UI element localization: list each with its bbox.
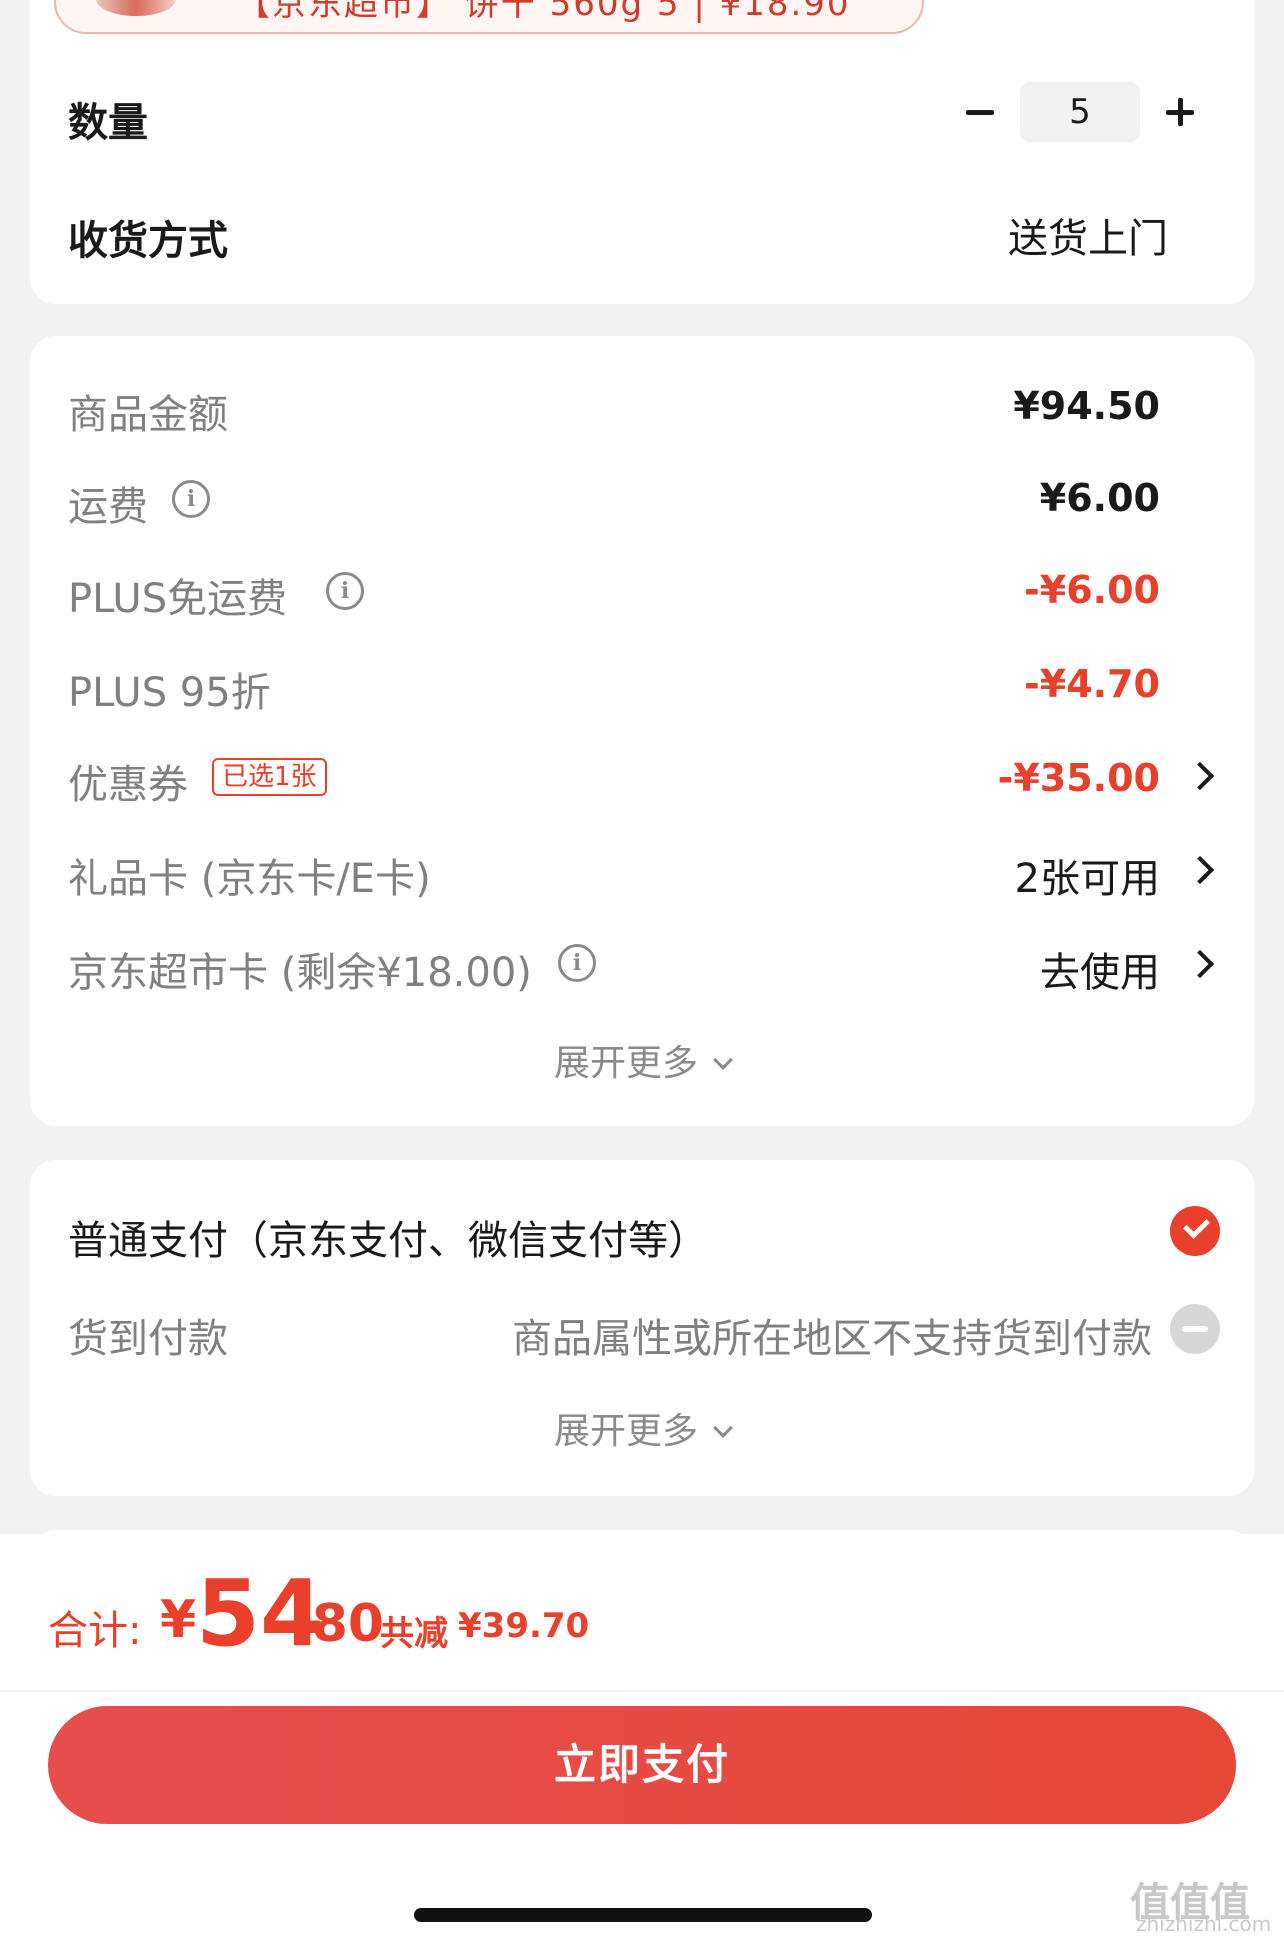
product-summary-pill[interactable]: 【京东超市】 饼干 560g 5 | ¥18.90 bbox=[54, 0, 924, 34]
quantity-increase-button[interactable] bbox=[1160, 92, 1200, 132]
coupon-selected-badge: 已选1张 bbox=[212, 758, 327, 796]
total-decimal: .80 bbox=[292, 1594, 385, 1654]
gift-card-value[interactable]: 2张可用 bbox=[1015, 846, 1160, 904]
normal-payment-option[interactable]: 普通支付（京东支付、微信支付等） bbox=[68, 1208, 708, 1266]
product-summary-text: 【京东超市】 饼干 560g 5 | ¥18.90 bbox=[236, 0, 851, 24]
disabled-icon bbox=[1170, 1304, 1220, 1354]
goods-amount-value: ¥94.50 bbox=[1013, 384, 1160, 428]
supermarket-card-label: 京东超市卡 (剩余¥18.00) bbox=[68, 950, 532, 996]
delivery-method-value[interactable]: 送货上门 bbox=[1008, 206, 1168, 264]
cod-unavailable-note: 商品属性或所在地区不支持货到付款 bbox=[512, 1316, 1152, 1362]
quantity-input[interactable]: 5 bbox=[1020, 82, 1140, 142]
goods-amount-label: 商品金额 bbox=[68, 392, 228, 438]
shipping-fee-label: 运费 bbox=[68, 484, 148, 530]
check-icon[interactable] bbox=[1170, 1206, 1220, 1256]
shipping-info-icon[interactable]: i bbox=[172, 480, 210, 518]
chevron-down-icon bbox=[713, 1050, 733, 1070]
total-currency: ¥ bbox=[160, 1590, 197, 1650]
chevron-down-icon bbox=[713, 1418, 733, 1438]
plus-free-shipping-value: -¥6.00 bbox=[1024, 568, 1160, 612]
delivery-method-label: 收货方式 bbox=[68, 218, 228, 264]
home-indicator[interactable] bbox=[414, 1908, 872, 1922]
gift-card-label: 礼品卡 (京东卡/E卡) bbox=[68, 856, 431, 902]
price-breakdown-card bbox=[30, 336, 1254, 1126]
plus-free-shipping-info-icon[interactable]: i bbox=[326, 572, 364, 610]
supermarket-card-info-icon[interactable]: i bbox=[558, 944, 596, 982]
coupon-label: 优惠券 bbox=[68, 762, 188, 808]
product-thumbnail bbox=[96, 0, 176, 16]
shipping-fee-value: ¥6.00 bbox=[1039, 476, 1160, 520]
plus-discount-label: PLUS 95折 bbox=[68, 670, 271, 716]
total-label: 合计: bbox=[48, 1608, 142, 1654]
supermarket-card-value[interactable]: 去使用 bbox=[1040, 940, 1160, 998]
divider bbox=[0, 1690, 1284, 1692]
quantity-decrease-button[interactable] bbox=[960, 92, 1000, 132]
expand-more-label: 展开更多 bbox=[553, 1043, 698, 1084]
pay-now-button[interactable]: 立即支付 bbox=[48, 1706, 1236, 1824]
coupon-value[interactable]: -¥35.00 bbox=[998, 756, 1160, 800]
cod-label: 货到付款 bbox=[68, 1316, 228, 1362]
total-saved-amount: ¥39.70 bbox=[458, 1606, 590, 1646]
plus-discount-value: -¥4.70 bbox=[1024, 662, 1160, 706]
watermark-url: zhizhizhi.com bbox=[1136, 1912, 1272, 1936]
quantity-label: 数量 bbox=[68, 100, 148, 146]
expand-more-payment-label: 展开更多 bbox=[553, 1411, 698, 1452]
plus-free-shipping-label: PLUS免运费 bbox=[68, 576, 288, 622]
total-saved-label: 共减 bbox=[380, 1614, 448, 1654]
expand-more-prices[interactable]: 展开更多 bbox=[0, 1034, 1284, 1086]
expand-more-payment[interactable]: 展开更多 bbox=[0, 1402, 1284, 1454]
